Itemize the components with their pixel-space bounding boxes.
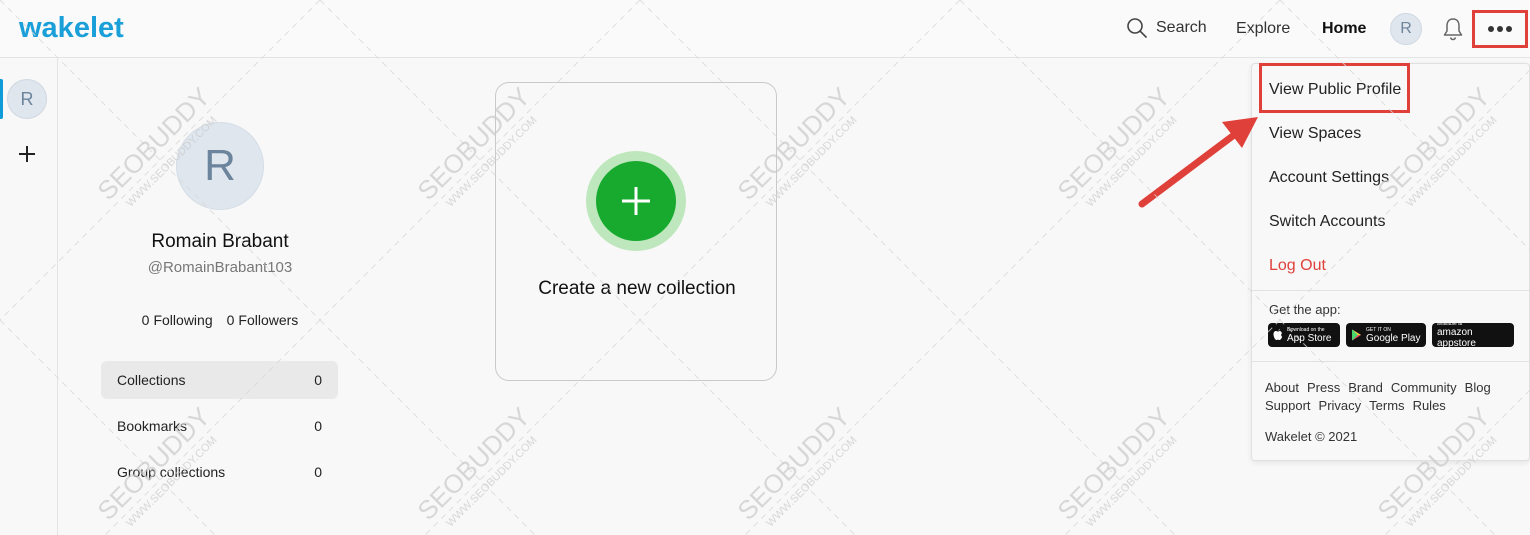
account-settings-item[interactable]: Account Settings xyxy=(1269,169,1389,187)
amazon-appstore-badge[interactable]: available at amazon appstore xyxy=(1432,321,1514,349)
copyright-text: Wakelet © 2021 xyxy=(1265,429,1358,444)
footer-link-brand[interactable]: Brand xyxy=(1348,380,1383,395)
explore-link[interactable]: Explore xyxy=(1236,20,1290,38)
watermark-url: WWW.SEOBUDDY.COM xyxy=(444,434,539,529)
store-big-text: Google Play xyxy=(1366,332,1421,344)
footer-link-community[interactable]: Community xyxy=(1391,380,1457,395)
menu-label: Group collections xyxy=(117,464,226,480)
left-rail: R xyxy=(0,59,58,535)
rail-active-indicator xyxy=(0,79,3,119)
followers-count: 0 xyxy=(226,312,235,328)
view-spaces-item[interactable]: View Spaces xyxy=(1269,125,1361,143)
apple-icon xyxy=(1273,329,1283,340)
profile-menu-bookmarks[interactable]: Bookmarks 0 xyxy=(101,407,338,445)
following-label: Following xyxy=(153,312,213,328)
menu-label: Collections xyxy=(117,372,186,388)
footer-link-blog[interactable]: Blog xyxy=(1465,380,1491,395)
plus-icon xyxy=(622,187,650,215)
followers-label: Followers xyxy=(238,312,299,328)
create-collection-label: Create a new collection xyxy=(538,278,736,299)
switch-accounts-item[interactable]: Switch Accounts xyxy=(1269,213,1386,231)
footer-links-row-1: About Press Brand Community Blog xyxy=(1265,380,1515,395)
watermark-url: WWW.SEOBUDDY.COM xyxy=(764,434,859,529)
header-avatar[interactable]: R xyxy=(1390,13,1422,45)
google-play-badge[interactable]: GET IT ON Google Play xyxy=(1346,323,1426,347)
logo-text: wakelet xyxy=(19,12,124,44)
footer-link-press[interactable]: Press xyxy=(1307,380,1340,395)
search-label: Search xyxy=(1156,19,1207,36)
following-count: 0 xyxy=(141,312,150,328)
watermark-text: SEOBUDDY xyxy=(411,401,535,525)
create-collection-button[interactable] xyxy=(596,161,676,241)
profile-handle: @RomainBrabant103 xyxy=(147,259,293,276)
profile-name: Romain Brabant xyxy=(151,231,289,252)
profile-menu-collections[interactable]: Collections 0 xyxy=(101,361,338,399)
app-store-badge[interactable]: Download on the App Store xyxy=(1268,323,1340,347)
play-icon xyxy=(1352,329,1361,341)
account-dropdown: View Public Profile View Spaces Account … xyxy=(1251,63,1530,461)
menu-count: 0 xyxy=(314,418,322,434)
footer-link-rules[interactable]: Rules xyxy=(1413,398,1446,413)
search-button[interactable]: Search xyxy=(1126,17,1207,39)
watermark-url: WWW.SEOBUDDY.COM xyxy=(1084,434,1179,529)
search-icon xyxy=(1127,18,1147,38)
footer-link-privacy[interactable]: Privacy xyxy=(1319,398,1362,413)
top-header: wakelet Search Explore Home R xyxy=(0,0,1530,58)
store-big-text: amazon appstore xyxy=(1437,327,1476,349)
menu-label: Bookmarks xyxy=(117,418,188,434)
menu-count: 0 xyxy=(314,372,322,388)
watermark-url: WWW.SEOBUDDY.COM xyxy=(764,114,859,209)
ellipsis-icon xyxy=(1488,26,1512,32)
log-out-item[interactable]: Log Out xyxy=(1269,257,1326,275)
profile-stats: 0 Following 0 Followers xyxy=(100,312,340,328)
home-link[interactable]: Home xyxy=(1322,20,1366,38)
store-big-text: App Store xyxy=(1287,332,1332,344)
dropdown-divider xyxy=(1252,361,1529,362)
followers-stat[interactable]: 0 Followers xyxy=(227,312,299,328)
watermark-text: SEOBUDDY xyxy=(1051,401,1175,525)
add-space-icon[interactable] xyxy=(15,142,39,166)
rail-space-avatar[interactable]: R xyxy=(7,79,47,119)
following-stat[interactable]: 0 Following xyxy=(142,312,213,328)
annotation-highlight-box xyxy=(1259,63,1410,113)
get-app-label: Get the app: xyxy=(1269,302,1341,317)
create-collection-card[interactable]: Create a new collection xyxy=(495,82,777,381)
footer-link-about[interactable]: About xyxy=(1265,380,1299,395)
profile-menu-group-collections[interactable]: Group collections 0 xyxy=(101,453,338,491)
create-button-ring xyxy=(586,151,686,251)
menu-count: 0 xyxy=(314,464,322,480)
profile-avatar: R xyxy=(176,122,264,210)
bell-icon[interactable] xyxy=(1441,16,1465,42)
annotation-arrow-icon xyxy=(1138,117,1258,208)
store-small-text: Download on the xyxy=(1287,326,1325,333)
footer-link-terms[interactable]: Terms xyxy=(1369,398,1404,413)
dropdown-divider xyxy=(1252,290,1529,291)
watermark-text: SEOBUDDY xyxy=(731,401,855,525)
footer-link-support[interactable]: Support xyxy=(1265,398,1311,413)
more-menu-button[interactable] xyxy=(1472,10,1528,48)
wakelet-logo[interactable]: wakelet xyxy=(19,12,144,44)
footer-links-row-2: Support Privacy Terms Rules xyxy=(1265,398,1515,413)
